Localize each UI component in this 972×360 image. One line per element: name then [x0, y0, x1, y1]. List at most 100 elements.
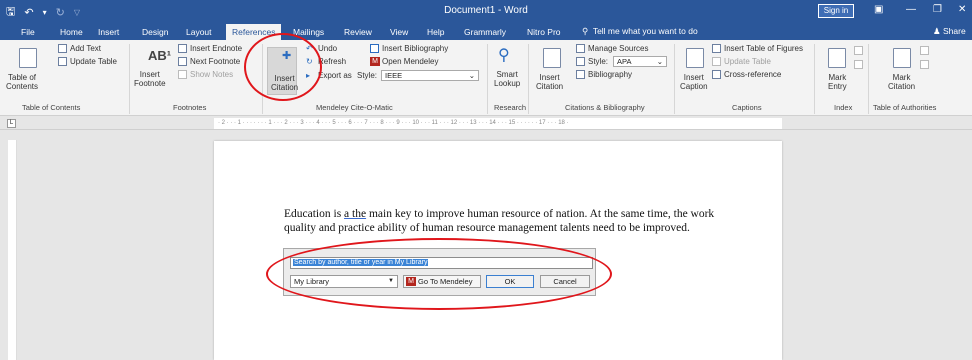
tab-selector[interactable]: L: [7, 119, 16, 128]
insert-footnote-button[interactable]: Insert Footnote: [134, 70, 166, 88]
tab-nitro-pro[interactable]: Nitro Pro: [527, 24, 561, 40]
insert-table-of-figures-button[interactable]: Insert Table of Figures: [724, 44, 803, 53]
insert-bibliography-icon: [370, 44, 379, 53]
body-text-start: Education is: [284, 208, 345, 220]
citation-search-input[interactable]: Search by author, title or year in My Li…: [290, 257, 593, 269]
mendeley-undo-button[interactable]: Undo: [318, 44, 337, 53]
title-bar: 🖫 ↶ ▾ ↻ ▽ Document1 - Word Sign in ▣ — ❐…: [0, 0, 972, 22]
add-text-button[interactable]: Add Text: [70, 44, 101, 53]
manage-sources-icon: [576, 44, 585, 53]
mendeley-export-as-button[interactable]: Export as: [318, 71, 352, 80]
group-label-table-of-authorities: Table of Authorities: [873, 103, 937, 112]
mark-citation-icon[interactable]: [893, 48, 911, 68]
manage-sources-button[interactable]: Manage Sources: [588, 44, 648, 53]
tab-review[interactable]: Review: [344, 24, 372, 40]
tab-insert[interactable]: Insert: [98, 24, 119, 40]
ruler-bar: L · 2 · · · 1 · · · · · · · 1 · · · 2 · …: [0, 117, 972, 130]
smart-lookup-icon[interactable]: ⚲: [498, 45, 510, 65]
insert-citation-button[interactable]: Insert Citation: [536, 73, 563, 91]
go-to-mendeley-label: Go To Mendeley: [418, 277, 473, 286]
next-footnote-icon: [178, 57, 187, 66]
ribbon-display-options-icon[interactable]: ▣: [874, 4, 883, 15]
group-label-research: Research: [494, 103, 527, 112]
tab-file[interactable]: File: [21, 24, 35, 40]
library-select[interactable]: My Library ▼: [290, 275, 398, 288]
citation-style-label: Style:: [588, 57, 609, 66]
insert-index-icon[interactable]: [854, 46, 863, 55]
smart-lookup-button[interactable]: Smart Lookup: [494, 70, 520, 88]
export-arrow-icon: ▸: [306, 71, 311, 80]
horizontal-ruler[interactable]: · 2 · · · 1 · · · · · · · 1 · · · 2 · · …: [214, 118, 782, 129]
mark-citation-button[interactable]: Mark Citation: [888, 73, 915, 91]
citation-style-dropdown[interactable]: APA ⌄: [613, 56, 667, 67]
update-index-icon[interactable]: [854, 60, 863, 69]
mendeley-logo-icon: M: [370, 57, 380, 66]
insert-footnote-icon[interactable]: AB¹: [148, 48, 171, 63]
tab-help[interactable]: Help: [427, 24, 444, 40]
share-button[interactable]: ♟ Share: [933, 26, 966, 37]
mark-entry-icon[interactable]: [828, 48, 846, 68]
group-separator: [674, 44, 675, 114]
grammar-flagged-text[interactable]: a the: [344, 208, 366, 220]
tell-me-search[interactable]: ⚲ Tell me what you want to do: [582, 26, 698, 37]
restore-icon[interactable]: ❐: [933, 4, 942, 15]
vertical-ruler[interactable]: [8, 140, 17, 360]
update-table-button[interactable]: Update Table: [70, 57, 117, 66]
group-label-citations-bibliography: Citations & Bibliography: [565, 103, 645, 112]
tab-mailings[interactable]: Mailings: [293, 24, 324, 40]
chevron-down-icon: ▼: [388, 278, 394, 284]
chevron-down-icon: ⌄: [468, 71, 475, 80]
close-icon[interactable]: ✕: [958, 4, 966, 15]
tab-home[interactable]: Home: [60, 24, 83, 40]
cross-reference-button[interactable]: Cross-reference: [724, 70, 781, 79]
insert-table-of-authorities-icon[interactable]: [920, 46, 929, 55]
table-of-contents-icon[interactable]: [19, 48, 37, 68]
undo-icon: ↶: [306, 44, 313, 53]
minimize-icon[interactable]: —: [906, 4, 916, 15]
citation-search-placeholder: Search by author, title or year in My Li…: [293, 259, 429, 266]
show-notes-button[interactable]: Show Notes: [190, 70, 233, 79]
group-separator: [868, 44, 869, 114]
table-of-contents-button[interactable]: Table of Contents: [6, 73, 38, 91]
mendeley-insert-bibliography-button[interactable]: Insert Bibliography: [382, 44, 448, 53]
tab-layout[interactable]: Layout: [186, 24, 212, 40]
sign-in-button[interactable]: Sign in: [818, 4, 854, 18]
tab-view[interactable]: View: [390, 24, 408, 40]
citation-style-value: APA: [617, 57, 632, 66]
update-table-of-authorities-icon[interactable]: [920, 60, 929, 69]
mendeley-logo-icon: M: [406, 277, 416, 286]
tab-grammarly[interactable]: Grammarly: [464, 24, 506, 40]
share-label: Share: [943, 26, 966, 36]
group-separator: [814, 44, 815, 114]
update-table-of-figures-button[interactable]: Update Table: [724, 57, 771, 66]
mark-entry-button[interactable]: Mark Entry: [828, 73, 847, 91]
go-to-mendeley-button[interactable]: M Go To Mendeley: [403, 275, 481, 288]
mendeley-style-dropdown[interactable]: IEEE ⌄: [381, 70, 479, 81]
bibliography-button[interactable]: Bibliography: [588, 70, 632, 79]
insert-endnote-button[interactable]: Insert Endnote: [190, 44, 242, 53]
ribbon: Table of Contents Add Text Update Table …: [0, 40, 972, 116]
open-mendeley-button[interactable]: Open Mendeley: [382, 57, 438, 66]
update-table-icon: [712, 57, 721, 66]
update-table-icon: [58, 57, 67, 66]
mendeley-style-label: Style:: [357, 71, 378, 80]
lightbulb-icon: ⚲: [582, 26, 589, 36]
insert-endnote-icon: [178, 44, 187, 53]
cancel-button[interactable]: Cancel: [540, 275, 590, 288]
style-icon: [576, 57, 585, 66]
add-text-icon: [58, 44, 67, 53]
mendeley-citation-dialog: Search by author, title or year in My Li…: [283, 248, 596, 296]
group-label-captions: Captions: [732, 103, 762, 112]
insert-caption-button[interactable]: Insert Caption: [680, 73, 708, 91]
document-body-text[interactable]: Education is a the main key to improve h…: [284, 207, 724, 235]
tab-references[interactable]: References: [226, 24, 282, 40]
tab-design[interactable]: Design: [142, 24, 168, 40]
insert-caption-icon[interactable]: [686, 48, 704, 68]
next-footnote-button[interactable]: Next Footnote: [190, 57, 240, 66]
group-label-footnotes: Footnotes: [173, 103, 207, 112]
cross-reference-icon: [712, 70, 721, 79]
insert-citation-icon[interactable]: [543, 48, 561, 68]
ok-button[interactable]: OK: [486, 275, 534, 288]
mendeley-refresh-button[interactable]: Refresh: [318, 57, 346, 66]
group-separator: [129, 44, 130, 114]
